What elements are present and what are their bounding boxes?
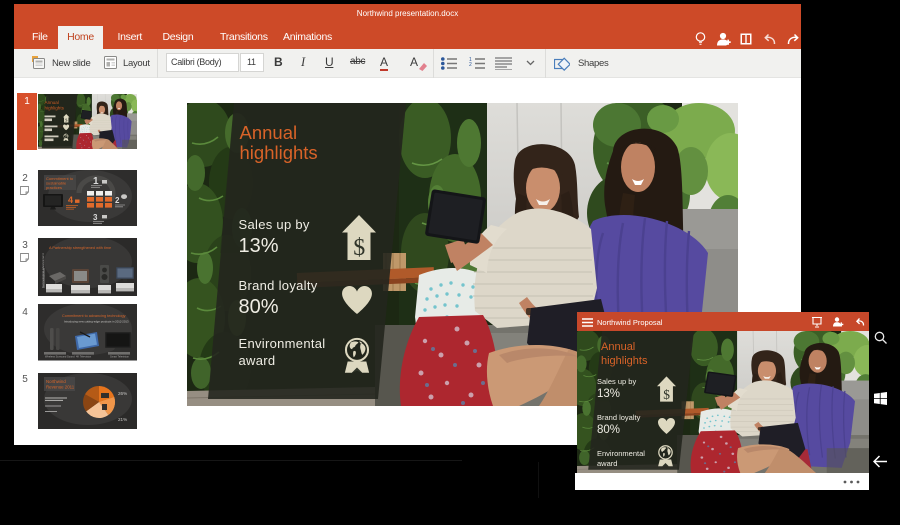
svg-text:4K Television: 4K Television xyxy=(76,355,92,359)
svg-text:Commitment to advancing techno: Commitment to advancing technology xyxy=(62,314,126,318)
svg-text:Technological advancement: Technological advancement xyxy=(41,253,45,288)
svg-text:Wireless Surround Sound: Wireless Surround Sound xyxy=(45,355,75,359)
svg-text:21%: 21% xyxy=(118,417,127,422)
svg-text:3: 3 xyxy=(93,213,98,222)
svg-text:2: 2 xyxy=(469,62,472,68)
svg-text:2: 2 xyxy=(115,196,120,205)
svg-text:26%: 26% xyxy=(118,391,127,396)
svg-text:Northwind: Northwind xyxy=(46,379,66,384)
svg-text:Annual: Annual xyxy=(44,100,58,105)
svg-text:Revenue 2011: Revenue 2011 xyxy=(46,384,75,389)
svg-text:highlights: highlights xyxy=(44,105,64,110)
svg-text:4: 4 xyxy=(68,195,73,205)
svg-text:Introducing new cutting-edge p: Introducing new cutting-edge products in… xyxy=(64,319,129,323)
svg-text:A Partnership strengthened wit: A Partnership strengthened with time xyxy=(49,246,111,250)
svg-text:practices: practices xyxy=(46,185,62,190)
svg-text:Smart Television: Smart Television xyxy=(110,355,130,359)
